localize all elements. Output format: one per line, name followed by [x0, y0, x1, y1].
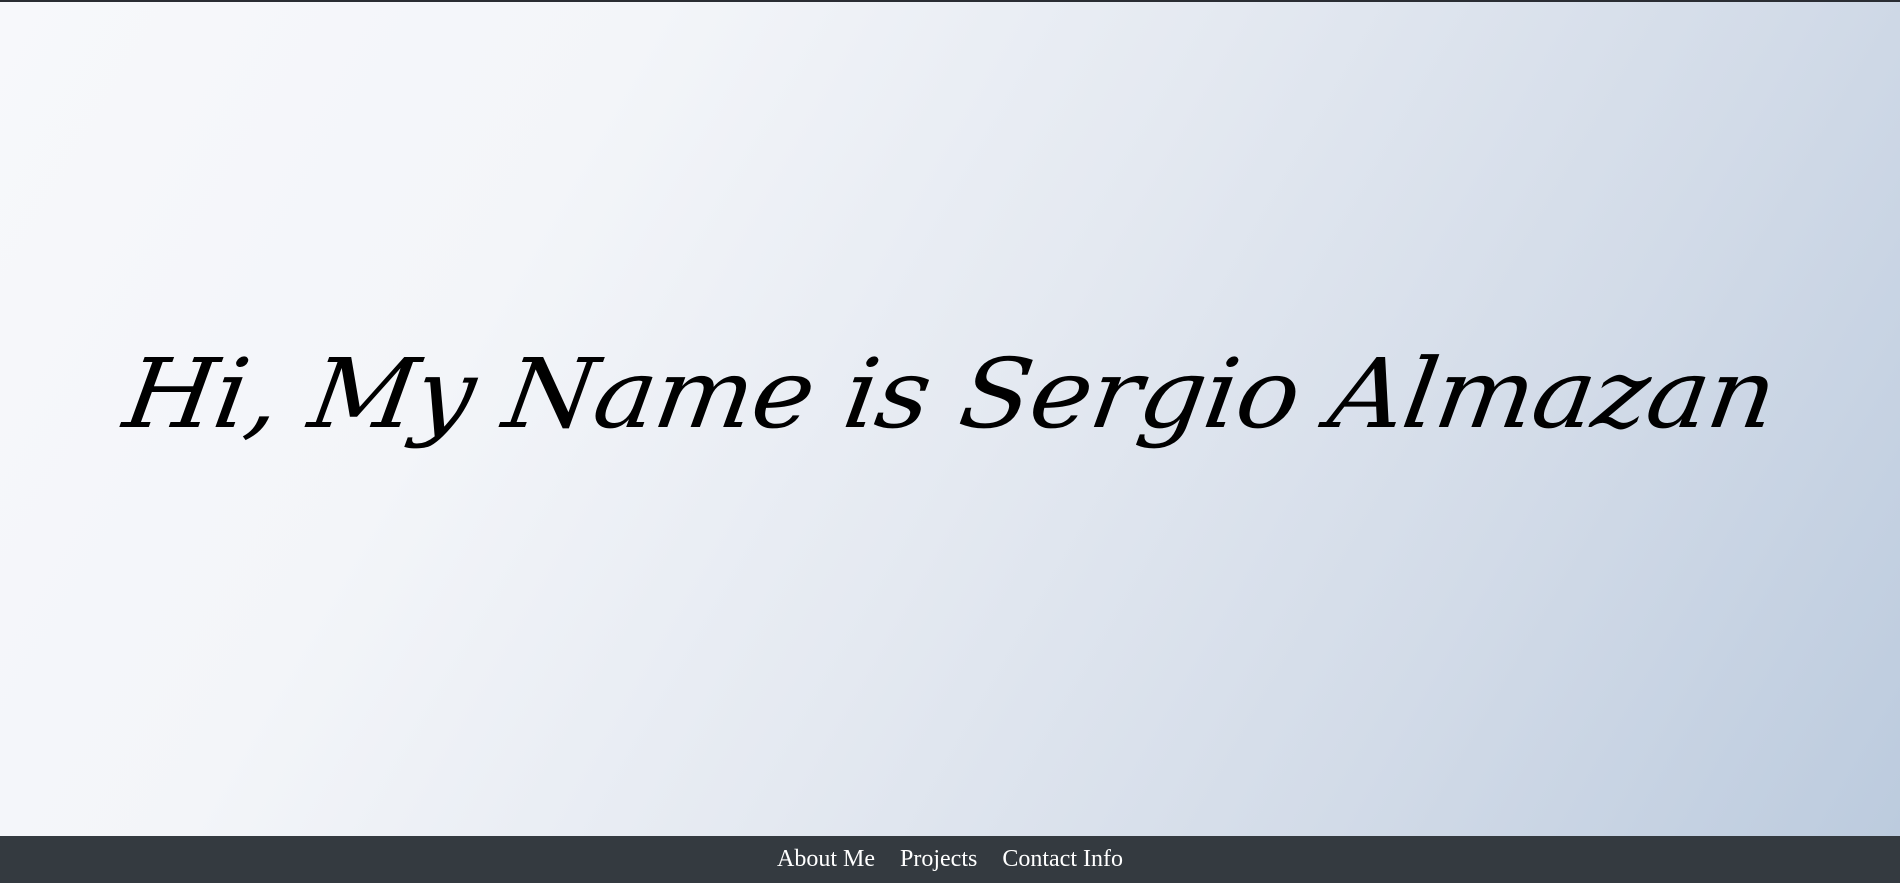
- nav-link-contact-info[interactable]: Contact Info: [1002, 846, 1123, 873]
- footer-nav: About Me Projects Contact Info: [0, 836, 1900, 883]
- nav-link-projects[interactable]: Projects: [900, 846, 977, 873]
- hero-greeting: Hi, My Name is Sergio Almazan: [117, 338, 1783, 450]
- nav-link-about-me[interactable]: About Me: [777, 846, 875, 873]
- hero-section: Hi, My Name is Sergio Almazan: [0, 2, 1900, 836]
